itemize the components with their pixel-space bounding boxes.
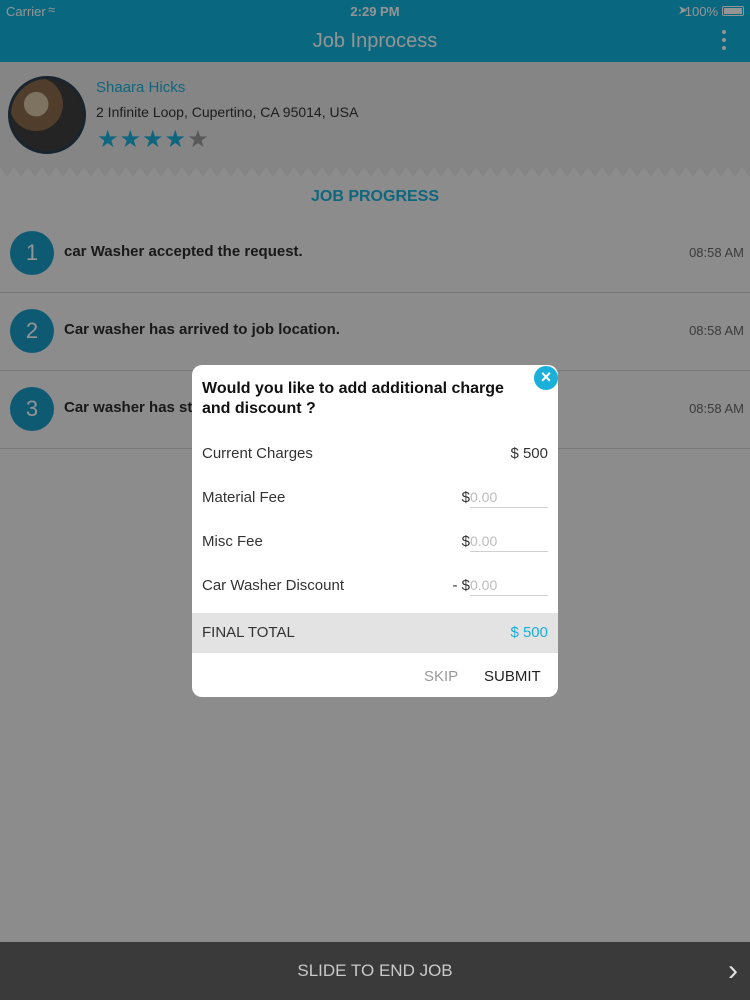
- discount-currency: - $: [452, 577, 470, 594]
- skip-button[interactable]: SKIP: [424, 668, 458, 685]
- additional-charges-dialog: Would you like to add additional charge …: [192, 365, 558, 697]
- final-total-value: $ 500: [510, 624, 548, 641]
- material-fee-currency: $: [461, 489, 470, 506]
- misc-fee-currency: $: [461, 533, 470, 550]
- material-fee-label: Material Fee: [202, 489, 286, 506]
- misc-fee-label: Misc Fee: [202, 533, 263, 550]
- slide-to-end-job[interactable]: SLIDE TO END JOB ›: [0, 942, 750, 1000]
- current-charges-value: $ 500: [510, 445, 548, 462]
- current-charges-label: Current Charges: [202, 445, 313, 462]
- slide-label: SLIDE TO END JOB: [297, 961, 453, 980]
- final-total-bar: FINAL TOTAL $ 500: [192, 613, 558, 653]
- discount-label: Car Washer Discount: [202, 577, 344, 594]
- final-total-label: FINAL TOTAL: [202, 624, 295, 641]
- material-fee-input[interactable]: [470, 486, 548, 508]
- misc-fee-input[interactable]: [470, 530, 548, 552]
- discount-input[interactable]: [470, 574, 548, 596]
- close-icon[interactable]: ×: [534, 366, 558, 390]
- submit-button[interactable]: SUBMIT: [484, 668, 541, 685]
- chevron-right-icon[interactable]: ›: [728, 954, 738, 988]
- dialog-title: Would you like to add additional charge …: [202, 380, 504, 417]
